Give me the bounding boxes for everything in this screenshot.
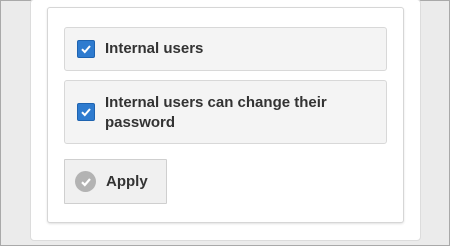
apply-button-label: Apply — [106, 173, 148, 190]
check-circle-icon — [75, 171, 96, 192]
option-label: Internal users can change their password — [105, 94, 327, 131]
checkbox-checked-icon[interactable] — [77, 103, 95, 121]
option-label: Internal users — [105, 40, 204, 57]
apply-button[interactable]: Apply — [64, 159, 167, 204]
window-frame: Internal users Internal users can change… — [0, 0, 450, 246]
checkbox-checked-icon[interactable] — [77, 40, 95, 58]
option-internal-users[interactable]: Internal users — [64, 27, 387, 71]
option-internal-users-change-password[interactable]: Internal users can change their password — [64, 80, 387, 144]
